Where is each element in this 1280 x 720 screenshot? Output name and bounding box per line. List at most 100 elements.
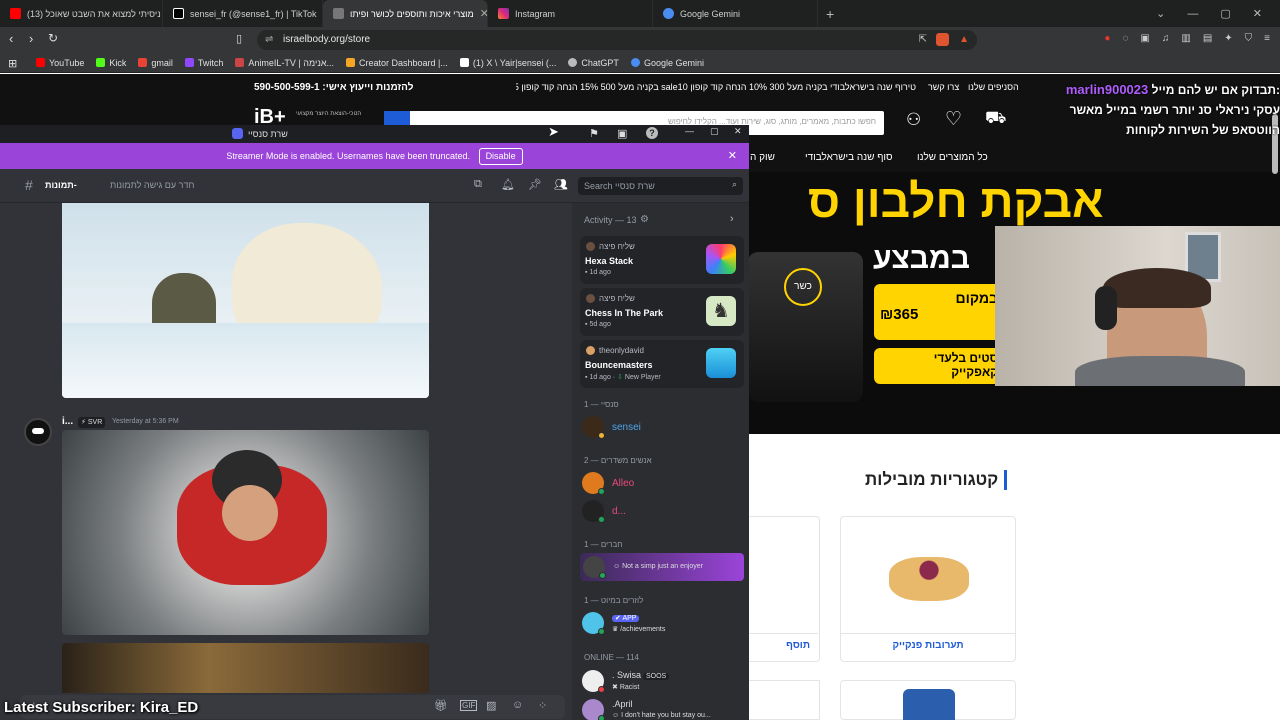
category-card[interactable]	[748, 680, 820, 720]
brave-shield-icon[interactable]	[936, 33, 949, 46]
bookmark-label: ChatGPT	[581, 57, 619, 68]
heart-icon[interactable]: ♡	[945, 108, 962, 131]
nav-all-products[interactable]: כל המוצרים שלנו	[917, 152, 988, 163]
nav-market[interactable]: שוק ה	[750, 152, 775, 163]
music-icon[interactable]: ♫	[1162, 33, 1170, 44]
menu-icon[interactable]: ≡	[1264, 33, 1270, 44]
polar-bear-image[interactable]	[62, 203, 429, 398]
instagram-icon	[498, 8, 509, 19]
status-emoji-icon: ☺	[612, 712, 622, 719]
member-item[interactable]: Alleo	[582, 469, 742, 497]
member-list: Activity — 13 ⚙ › שליח פיצה Hexa Stack ▪…	[572, 203, 749, 720]
gif-icon[interactable]: GIF	[460, 700, 478, 711]
contact-link[interactable]: צרו קשר	[928, 82, 959, 92]
wallet-icon[interactable]: ▤	[1203, 33, 1212, 44]
channel-topic: חדר עם גישה לתמונות	[110, 180, 195, 190]
close-icon[interactable]: ✕	[734, 126, 742, 137]
ai-icon[interactable]: ✦	[1224, 33, 1232, 44]
tab-instagram[interactable]: Instagram	[488, 0, 653, 27]
member-item[interactable]: . Swisa SOOS ✖ Racist	[582, 667, 742, 695]
threads-icon[interactable]: ⧉	[474, 178, 482, 191]
inbox-icon[interactable]: ▣	[617, 127, 627, 140]
streamer-mode-text: Streamer Mode is enabled. Usernames have…	[226, 151, 471, 161]
forward-icon[interactable]: ›	[29, 31, 33, 46]
activity-time: ▪ 1d ago	[585, 269, 611, 276]
bookmark-label: gmail	[151, 57, 173, 68]
tab-gemini[interactable]: Google Gemini	[653, 0, 818, 27]
close-banner-icon[interactable]: ✕	[728, 143, 737, 169]
activity-card[interactable]: theonlydavid Bouncemasters ▪ 1d ago · ⇩ …	[580, 340, 744, 388]
bookmark-x[interactable]: (1) X \ Yair|sensei (...	[459, 58, 556, 68]
category-label: תוסף	[748, 633, 818, 651]
sticker-icon[interactable]: ▨	[486, 699, 496, 712]
minimize-icon[interactable]: —	[685, 126, 694, 136]
activity-card[interactable]: שליח פיצה Chess In The Park ▪ 5d ago ♞	[580, 288, 744, 336]
tab-israelbody[interactable]: מוצרי איכות ותוספים לכושר ופיתו ✕	[323, 0, 488, 27]
server-search-input[interactable]: Search שרת סנסיי ⌕	[578, 177, 743, 195]
tab-bar: ניסיתי למצוא את השבט שאוכל (13) sensei_f…	[0, 0, 1280, 27]
bookmark-twitch[interactable]: Twitch	[184, 58, 223, 68]
inbox-flag-icon[interactable]: ⚑	[589, 127, 599, 140]
rewards-icon[interactable]: ▲	[959, 30, 969, 50]
member-item[interactable]: sensei	[582, 413, 742, 441]
category-card-supplement[interactable]: תוסף	[748, 516, 820, 662]
disable-streamer-button[interactable]: Disable	[478, 148, 523, 165]
activity-card[interactable]: שליח פיצה Hexa Stack ▪ 1d ago	[580, 236, 744, 284]
new-tab-icon[interactable]: +	[826, 6, 834, 22]
phone-text: להזמנות וייעוץ אישי: 590-500-599-1	[254, 82, 414, 93]
movie-still-image[interactable]	[62, 643, 429, 693]
bookmark-animeil[interactable]: AnimeIL-TV | אנימה...	[235, 58, 334, 68]
screenshot-icon[interactable]: ▣	[1140, 33, 1149, 44]
user-icon[interactable]: ⚇	[906, 110, 921, 130]
close-window-icon[interactable]: ✕	[1253, 7, 1262, 20]
extension-icon[interactable]: ◌	[1122, 33, 1128, 44]
minimize-icon[interactable]: —	[1187, 8, 1198, 20]
trophy-icon: ♛	[612, 625, 621, 633]
member-item[interactable]: ✔ APP ♛ /achievements	[582, 609, 742, 637]
member-item[interactable]: .April ☺ I don't hate you but stay ou...	[582, 696, 742, 720]
bookmark-gemini[interactable]: Google Gemini	[630, 58, 704, 68]
discord-titlebar: שרת סנסיי ⚑ ▣ ? — ▢ ✕	[0, 125, 749, 143]
member-item[interactable]: d...	[582, 497, 742, 525]
kosher-label: כשר	[794, 281, 812, 292]
gift-icon[interactable]: 🎁︎	[434, 699, 448, 712]
bookmark-kick[interactable]: Kick	[96, 58, 126, 68]
site-info-icon[interactable]: ⇌	[265, 30, 273, 50]
reload-icon[interactable]: ↻	[48, 31, 58, 45]
skydiver-image[interactable]	[62, 430, 429, 635]
message-author[interactable]: i...	[62, 416, 73, 427]
search-icon: ⌕	[731, 179, 737, 189]
maximize-icon[interactable]: ▢	[1220, 7, 1230, 20]
help-icon[interactable]: ?	[646, 127, 658, 139]
members-icon[interactable]: 👥︎	[554, 178, 568, 191]
emoji-icon[interactable]: ☺	[512, 699, 523, 711]
url-field[interactable]: ⇌ israelbody.org/store ⇱ ▲	[257, 30, 977, 50]
bouncemasters-icon	[706, 348, 736, 378]
bookmark-chatgpt[interactable]: ChatGPT	[568, 58, 619, 68]
nav-year-end[interactable]: סוף שנה בישראלבודי	[805, 152, 893, 163]
chevron-right-icon[interactable]: ›	[730, 213, 734, 225]
sidebar-icon[interactable]: ▥	[1181, 33, 1190, 44]
tab-search-icon[interactable]: ⌄	[1156, 7, 1165, 20]
avatar[interactable]	[24, 418, 52, 446]
pin-icon[interactable]: 📌︎	[528, 178, 542, 191]
back-icon[interactable]: ‹	[9, 31, 13, 46]
bookmark-gmail[interactable]: gmail	[138, 58, 173, 68]
bookmark-icon[interactable]: ▯	[236, 32, 242, 45]
bell-icon[interactable]: 🔔︎	[501, 178, 515, 191]
close-tab-icon[interactable]: ✕	[480, 7, 487, 20]
bookmark-youtube[interactable]: YouTube	[36, 58, 84, 68]
tab-tiktok[interactable]: sensei_fr (@sense1_fr) | TikTok	[163, 0, 323, 27]
category-card-pancake[interactable]: תערובות פנקייק	[840, 516, 1016, 662]
maximize-icon[interactable]: ▢	[710, 126, 719, 137]
member-item[interactable]: ☺ Not a simp just an enjoyer	[580, 553, 744, 581]
category-card[interactable]	[840, 680, 1016, 720]
tab-youtube[interactable]: ניסיתי למצוא את השבט שאוכל (13)	[0, 0, 163, 27]
share-icon[interactable]: ⇱	[919, 30, 927, 50]
bookmark-creator-dashboard[interactable]: Creator Dashboard |...	[346, 58, 448, 68]
apps-grid-icon[interactable]: ⊞	[8, 57, 17, 70]
extension-icon[interactable]: ●	[1104, 33, 1110, 44]
vpn-icon[interactable]: ⛉	[1245, 33, 1253, 44]
gear-icon[interactable]: ⚙	[640, 214, 649, 225]
apps-icon[interactable]: ⁘	[538, 699, 547, 712]
